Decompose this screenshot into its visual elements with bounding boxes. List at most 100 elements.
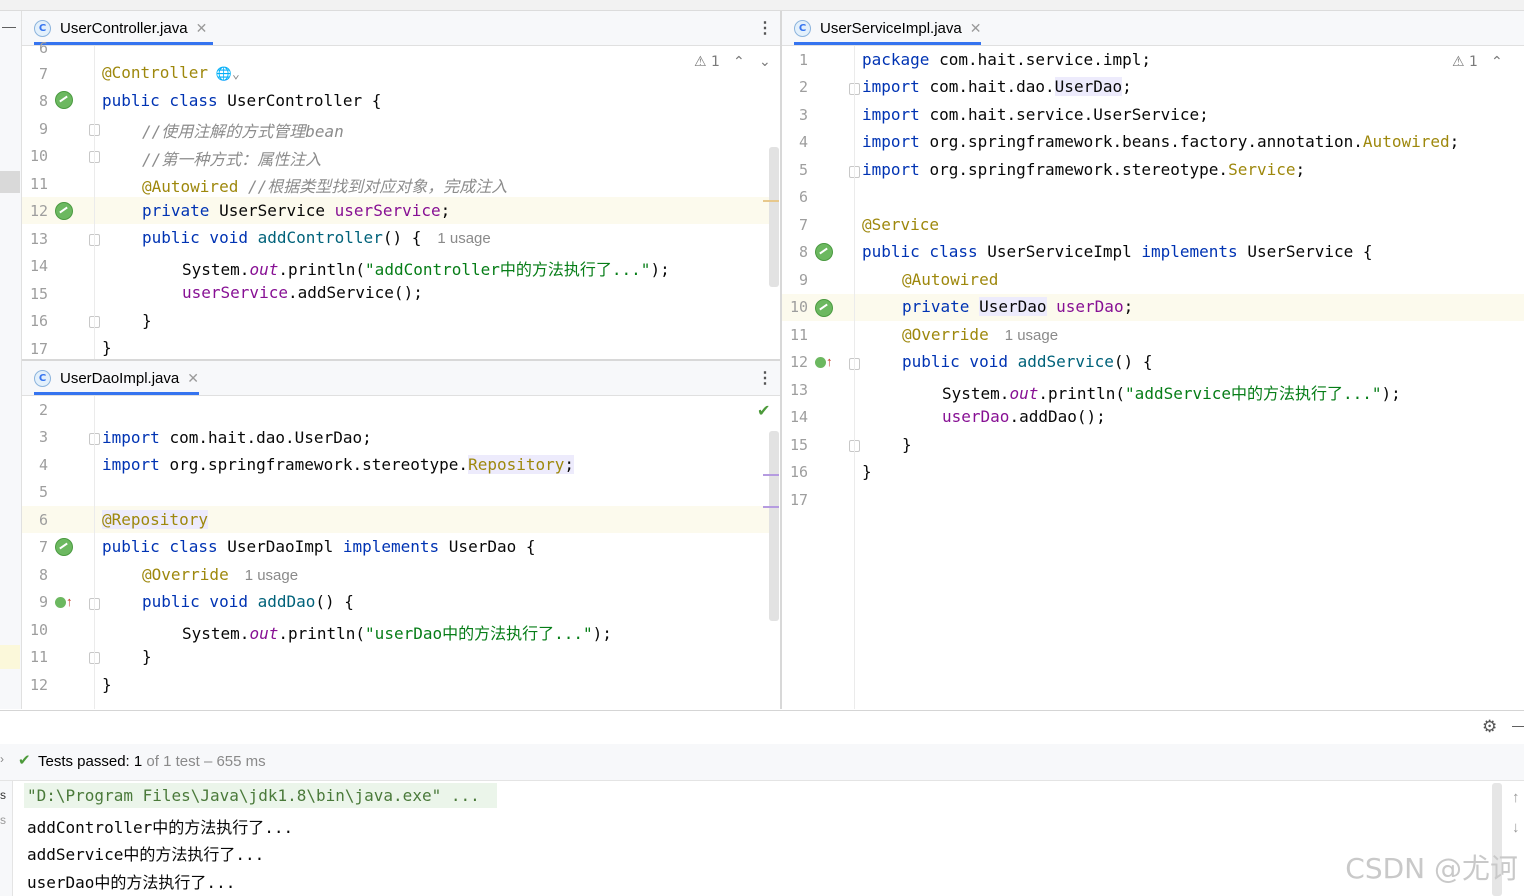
keyword: import (862, 132, 930, 151)
code-line: @Controller 🌐⌄ (102, 63, 240, 82)
scroll-marker (763, 506, 779, 508)
code-line: public class UserServiceImpl implements … (862, 242, 1373, 261)
text: .addService(); (287, 283, 423, 302)
editor-tabbar: C UserServiceImpl.java ✕ (782, 11, 1524, 46)
punct: () { (315, 592, 354, 611)
test-status-detail: of 1 test – 655 ms (146, 753, 266, 770)
more-options-icon[interactable]: ⋮ (757, 361, 773, 395)
warning-indicator[interactable]: ⚠ 1 (694, 54, 720, 70)
close-icon[interactable]: ✕ (196, 20, 208, 37)
code-line: System.out.println("userDao中的方法执行了..."); (182, 620, 612, 644)
run-panel: ⚙ — › ✔ Tests passed: 1 of 1 test – 655 … (0, 710, 1524, 896)
annotation: @Override (142, 565, 229, 584)
scrollbar-thumb[interactable] (769, 431, 779, 621)
watermark: CSDN @尤诃 (1345, 852, 1518, 885)
prev-highlight-icon[interactable]: ⌃ (733, 54, 745, 70)
keyword: private (902, 297, 980, 316)
method-name: addDao (257, 592, 316, 611)
line-number: 17 (789, 491, 808, 509)
check-icon[interactable]: ✔ (757, 401, 770, 420)
test-status: Tests passed: 1 of 1 test – 655 ms (38, 753, 266, 770)
spring-bean-icon[interactable] (55, 538, 73, 556)
scroll-marker (763, 200, 779, 202)
collapse-icon[interactable]: — (2, 18, 16, 34)
text: ); (650, 260, 670, 279)
keyword: import (862, 105, 930, 124)
code-line: package com.hait.service.impl; (862, 50, 1151, 69)
text: .println( (278, 624, 366, 643)
line-number: 4 (38, 456, 48, 474)
implements-method-icon[interactable]: ↑ (55, 594, 73, 609)
string: "addController中的方法执行了..." (365, 260, 651, 279)
implements-method-icon[interactable]: ↑ (815, 354, 833, 369)
close-icon[interactable]: ✕ (187, 370, 199, 387)
text: org.springframework.beans.factory.annota… (929, 132, 1363, 151)
code-line: } (102, 338, 112, 357)
tab-user-controller[interactable]: C UserController.java ✕ (34, 11, 214, 45)
line-number: 14 (29, 257, 48, 275)
next-highlight-icon[interactable]: ⌄ (759, 54, 771, 70)
class-name: UserDaoImpl (227, 537, 343, 556)
code-line: public void addDao() { (142, 592, 354, 611)
field: out (1009, 384, 1039, 403)
usage-hint[interactable]: 1 usage (245, 567, 298, 584)
left-strip-marker (0, 171, 20, 193)
annotation: Service (1228, 160, 1296, 179)
punct: ; (1123, 297, 1134, 316)
warning-count: 1 (1469, 54, 1478, 70)
line-number: 10 (29, 147, 48, 165)
code-line: } (142, 311, 152, 330)
settings-gear-icon[interactable]: ⚙ (1482, 717, 1497, 737)
field: userService (182, 283, 288, 302)
more-options-icon[interactable]: ⋮ (757, 11, 773, 45)
usage-hint[interactable]: 1 usage (437, 230, 490, 247)
text: ); (1381, 384, 1401, 403)
tab-label: UserDaoImpl.java (60, 369, 180, 387)
keyword: import (102, 455, 170, 474)
code-line: } (142, 647, 152, 666)
line-number: 10 (789, 298, 808, 316)
spring-bean-icon[interactable] (55, 91, 73, 109)
tab-user-service-impl[interactable]: C UserServiceImpl.java ✕ (794, 11, 982, 45)
annotation: @Service (862, 215, 940, 234)
close-icon[interactable]: ✕ (970, 20, 982, 37)
scrollbar-thumb[interactable] (769, 147, 779, 287)
test-status-label: Tests passed: (38, 753, 130, 770)
code-line: userDao.addDao(); (942, 407, 1106, 426)
annotation: @Autowired (902, 270, 999, 289)
tab-user-dao-impl[interactable]: C UserDaoImpl.java ✕ (34, 361, 199, 395)
comment: //使用注解的方式管理bean (142, 122, 344, 141)
line-number: 6 (38, 511, 48, 529)
spring-bean-icon[interactable] (815, 243, 833, 261)
console-line: addService中的方法执行了... (27, 845, 265, 864)
spring-bean-injection-icon[interactable] (55, 202, 73, 220)
prev-highlight-icon[interactable]: ⌃ (1491, 54, 1503, 70)
annotation: @Override (902, 325, 989, 344)
warning-indicator[interactable]: ⚠ 1 (1452, 54, 1478, 70)
keyword: public class (862, 242, 988, 261)
method-name: addService (1017, 352, 1114, 371)
console-strip-label: s (0, 788, 6, 802)
line-number: 9 (38, 120, 48, 138)
expand-icon[interactable]: › (0, 752, 4, 766)
line-number: 11 (29, 648, 48, 666)
spring-bean-injection-icon[interactable] (815, 299, 833, 317)
keyword: import (102, 428, 170, 447)
line-number: 12 (789, 353, 808, 371)
current-line-highlight (782, 294, 1524, 321)
keyword: public void (142, 228, 258, 247)
line-number: 9 (38, 593, 48, 611)
keyword: private (142, 201, 220, 220)
class-name: UserServiceImpl (987, 242, 1142, 261)
globe-icon[interactable]: 🌐⌄ (208, 67, 240, 82)
type: UserDao (979, 297, 1047, 316)
line-number: 11 (29, 175, 48, 193)
scroll-down-icon[interactable]: ↓ (1512, 819, 1520, 836)
usage-hint[interactable]: 1 usage (1005, 327, 1058, 344)
field: userDao (942, 407, 1010, 426)
scroll-up-icon[interactable]: ↑ (1512, 789, 1520, 806)
minimize-icon[interactable]: — (1512, 717, 1524, 733)
code-line: } (862, 462, 872, 481)
keyword: public void (142, 592, 258, 611)
code-line: public void addController() {1 usage (142, 228, 491, 247)
